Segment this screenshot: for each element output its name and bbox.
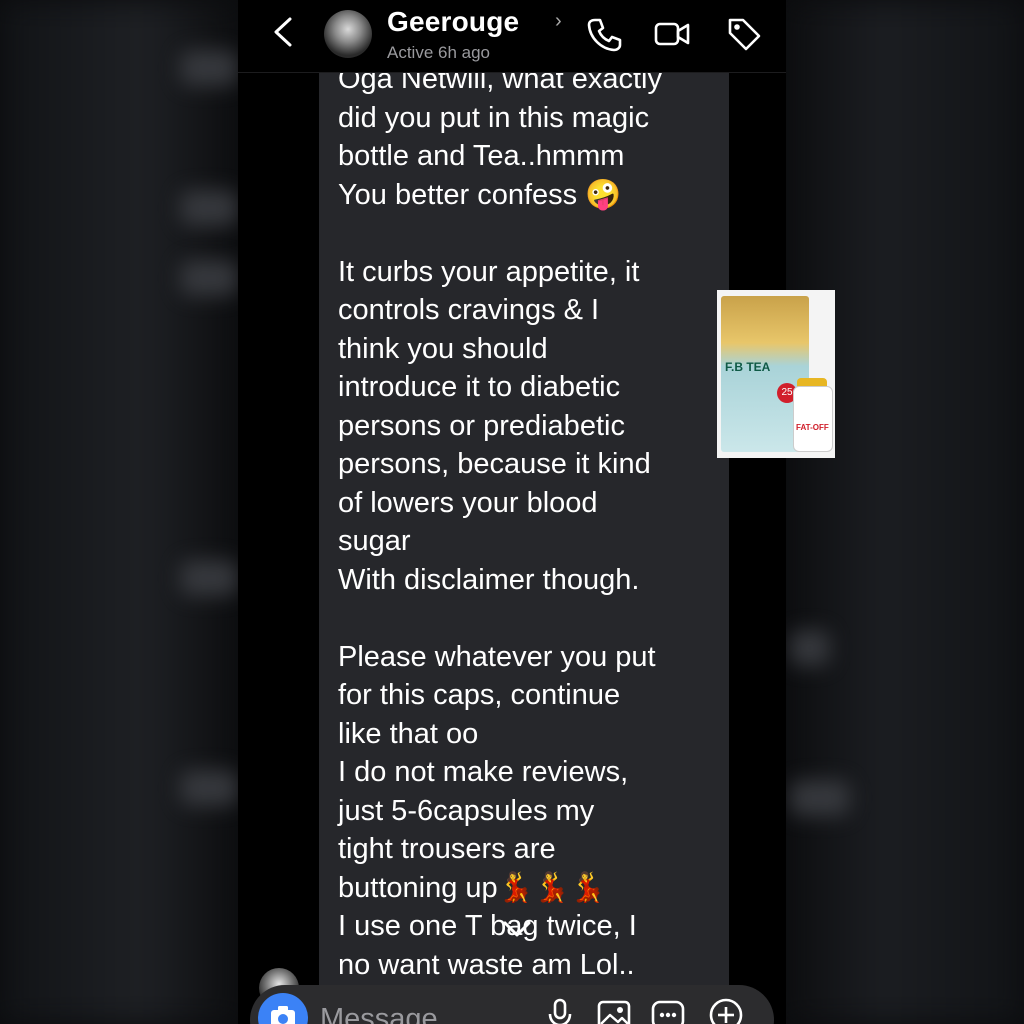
message-line: I do not make reviews, bbox=[338, 756, 629, 788]
message-line: like that oo bbox=[338, 717, 479, 750]
tag-icon[interactable] bbox=[724, 14, 764, 54]
blur-shape bbox=[180, 770, 238, 806]
message-line bbox=[338, 214, 718, 253]
message-input[interactable] bbox=[320, 999, 520, 1024]
bottle-label: FAT-OFF bbox=[796, 423, 829, 432]
message-line: tight trousers are bbox=[338, 833, 556, 865]
blur-shape bbox=[180, 50, 238, 86]
blur-shape bbox=[180, 560, 238, 596]
camera-icon bbox=[271, 1006, 295, 1024]
message-line: sugar bbox=[338, 525, 411, 557]
message-line: no want waste am Lol.. bbox=[338, 948, 635, 981]
blur-shape bbox=[180, 190, 238, 226]
chat-header: Geerouge › Active 6h ago bbox=[238, 0, 786, 73]
contact-name[interactable]: Geerouge bbox=[387, 6, 519, 38]
message-line: bottle and Tea..hmmm bbox=[338, 140, 625, 172]
message-line: think you should bbox=[338, 332, 548, 365]
blur-shape bbox=[790, 780, 850, 816]
message-line: Please whatever you put bbox=[338, 640, 656, 673]
image-icon[interactable] bbox=[594, 995, 634, 1024]
message-line: You better confess 🤪 bbox=[338, 178, 622, 211]
message-line: With disclaimer though. bbox=[338, 563, 640, 596]
chevron-left-icon[interactable] bbox=[270, 16, 296, 48]
background-left bbox=[0, 0, 238, 1024]
message-composer bbox=[250, 985, 774, 1024]
message-line: just 5-6capsules my bbox=[338, 794, 595, 827]
message-line: of lowers your blood bbox=[338, 486, 598, 519]
message-line: controls cravings & I bbox=[338, 294, 600, 326]
plus-circle-icon[interactable] bbox=[706, 995, 746, 1024]
message-line: did you put in this magic bbox=[338, 101, 650, 134]
message-line: for this caps, continue bbox=[338, 679, 621, 711]
message-text: Oga Netwill, what exactly did you put in … bbox=[338, 60, 718, 984]
message-line: persons, because it kind bbox=[338, 448, 651, 480]
chevron-right-icon[interactable]: › bbox=[555, 10, 562, 33]
chat-screen: Oga Netwill, what exactly did you put in … bbox=[238, 0, 786, 1024]
message-line: persons or prediabetic bbox=[338, 409, 625, 442]
product-image[interactable]: F.B TEA 25 FAT-OFF bbox=[717, 290, 835, 458]
pouch-label: F.B TEA bbox=[725, 360, 771, 374]
background-right bbox=[786, 0, 1024, 1024]
message-line: buttoning up💃💃💃 bbox=[338, 871, 606, 904]
blur-shape bbox=[180, 260, 238, 296]
camera-button[interactable] bbox=[258, 993, 308, 1024]
message-line: introduce it to diabetic bbox=[338, 371, 621, 403]
message-line bbox=[338, 599, 718, 638]
phone-icon[interactable] bbox=[584, 14, 624, 54]
video-icon[interactable] bbox=[652, 14, 692, 54]
capsule-bottle bbox=[793, 386, 833, 452]
active-status: Active 6h ago bbox=[387, 43, 491, 62]
microphone-icon[interactable] bbox=[540, 995, 580, 1024]
blur-shape bbox=[790, 630, 830, 666]
chevron-down-icon[interactable] bbox=[502, 918, 532, 942]
message-line: It curbs your appetite, it bbox=[338, 255, 640, 288]
sticker-icon[interactable] bbox=[648, 995, 688, 1024]
avatar[interactable] bbox=[324, 10, 372, 58]
